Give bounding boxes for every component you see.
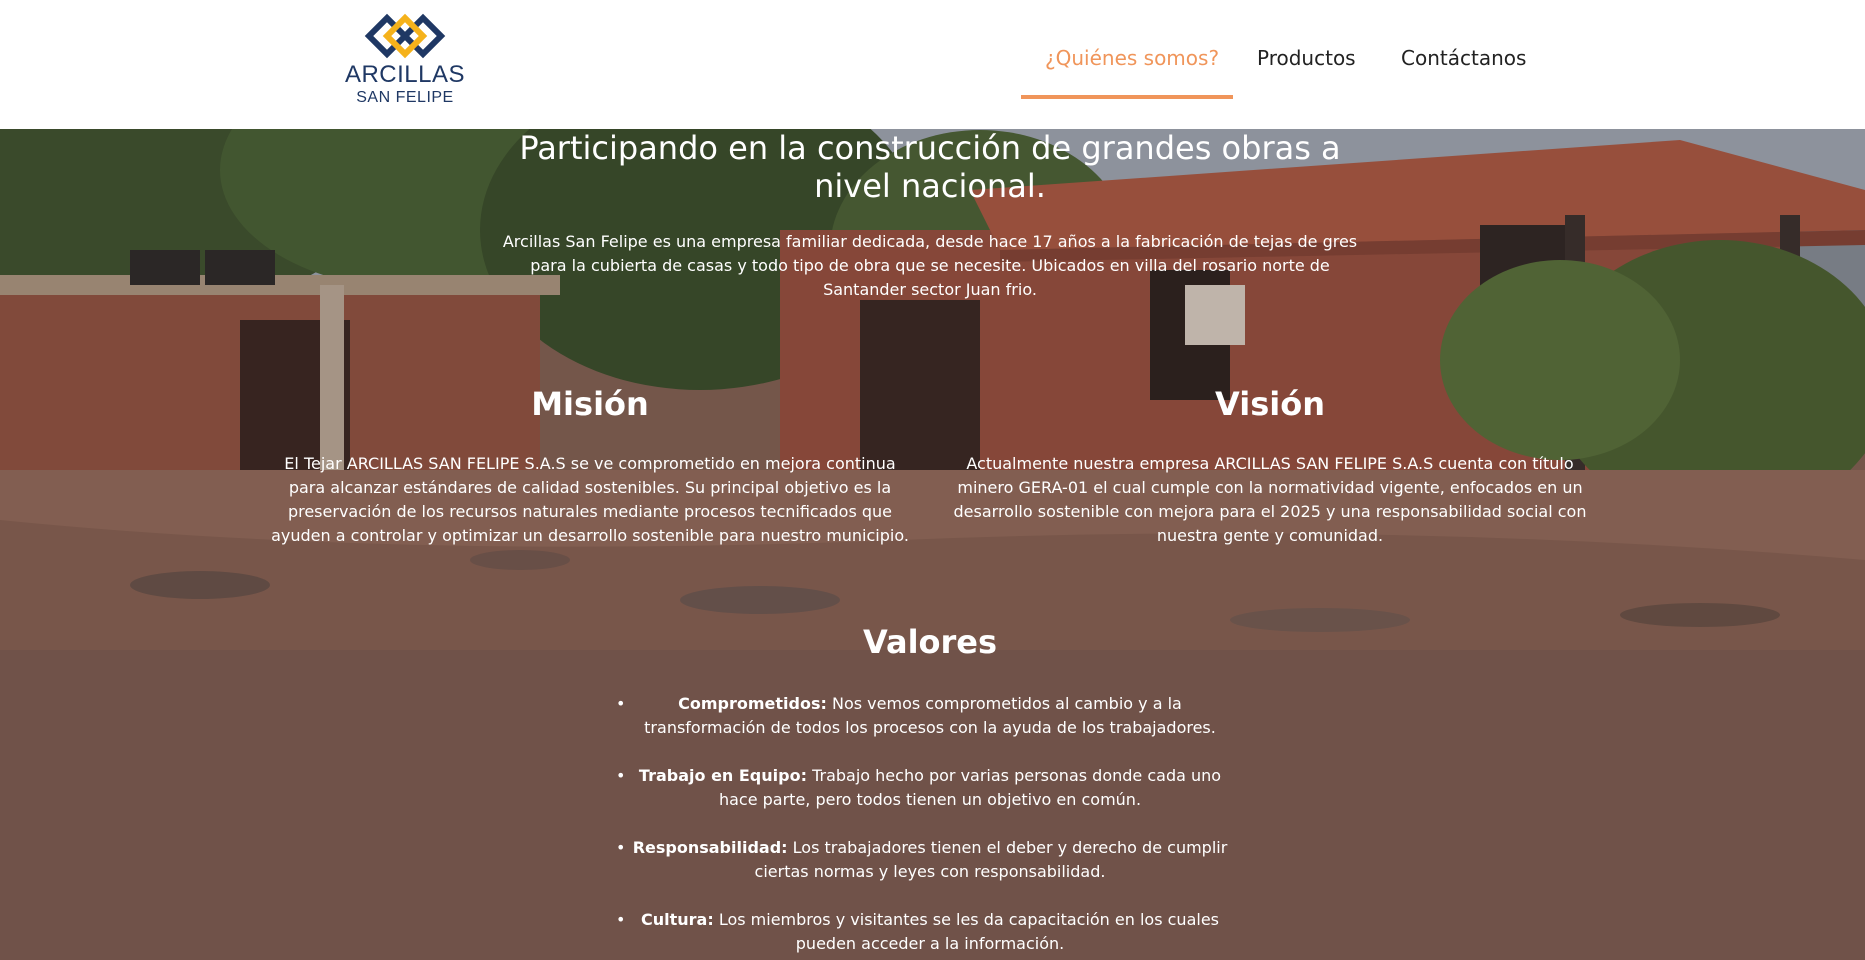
mision-title: Misión: [531, 385, 649, 423]
mision-text: El Tejar ARCILLAS SAN FELIPE S.A.S se ve…: [271, 454, 909, 545]
diamond-logo-icon: [364, 13, 446, 59]
bullet-icon: •: [616, 694, 626, 713]
brand-subname: SAN FELIPE: [356, 89, 454, 106]
nav-item-quienes-somos[interactable]: ¿Quiénes somos?: [1045, 46, 1219, 70]
list-item: • Trabajo en Equipo: Trabajo hecho por va…: [600, 764, 1260, 812]
valor-term: Trabajo en Equipo:: [638, 766, 807, 785]
valor-text: Los trabajadores tienen el deber y derec…: [754, 838, 1228, 881]
valores-title: Valores: [862, 623, 998, 661]
hero-description: Arcillas San Felipe es una empresa famil…: [502, 232, 1358, 299]
bullet-icon: •: [616, 910, 626, 929]
vision-text: Actualmente nuestra empresa ARCILLAS SAN…: [953, 454, 1587, 545]
site-header: ARCILLAS SAN FELIPE ¿Quiénes somos? Prod…: [0, 0, 1865, 129]
nav-active-indicator: [1021, 95, 1233, 99]
bullet-icon: •: [616, 766, 626, 785]
valores-list: • Comprometidos: Nos vemos comprometidos …: [600, 692, 1260, 960]
valor-text: Los miembros y visitantes se les da capa…: [718, 910, 1219, 953]
nav-item-contactanos[interactable]: Contáctanos: [1401, 46, 1526, 70]
list-item: • Cultura: Los miembros y visitantes se l…: [600, 908, 1260, 956]
valor-term: Responsabilidad:: [632, 838, 788, 857]
brand-name: ARCILLAS: [344, 61, 466, 88]
bullet-icon: •: [616, 838, 626, 857]
valor-term: Comprometidos:: [678, 694, 827, 713]
valor-term: Cultura:: [640, 910, 714, 929]
vision-title: Visión: [1215, 385, 1325, 423]
main-content: Participando en la construcción de grand…: [0, 129, 1865, 960]
brand-logo[interactable]: ARCILLAS SAN FELIPE: [340, 12, 470, 112]
list-item: • Responsabilidad: Los trabajadores tiene…: [600, 836, 1260, 884]
nav-item-productos[interactable]: Productos: [1257, 46, 1356, 70]
hero-title: Participando en la construcción de grand…: [519, 129, 1341, 205]
list-item: • Comprometidos: Nos vemos comprometidos …: [600, 692, 1260, 740]
